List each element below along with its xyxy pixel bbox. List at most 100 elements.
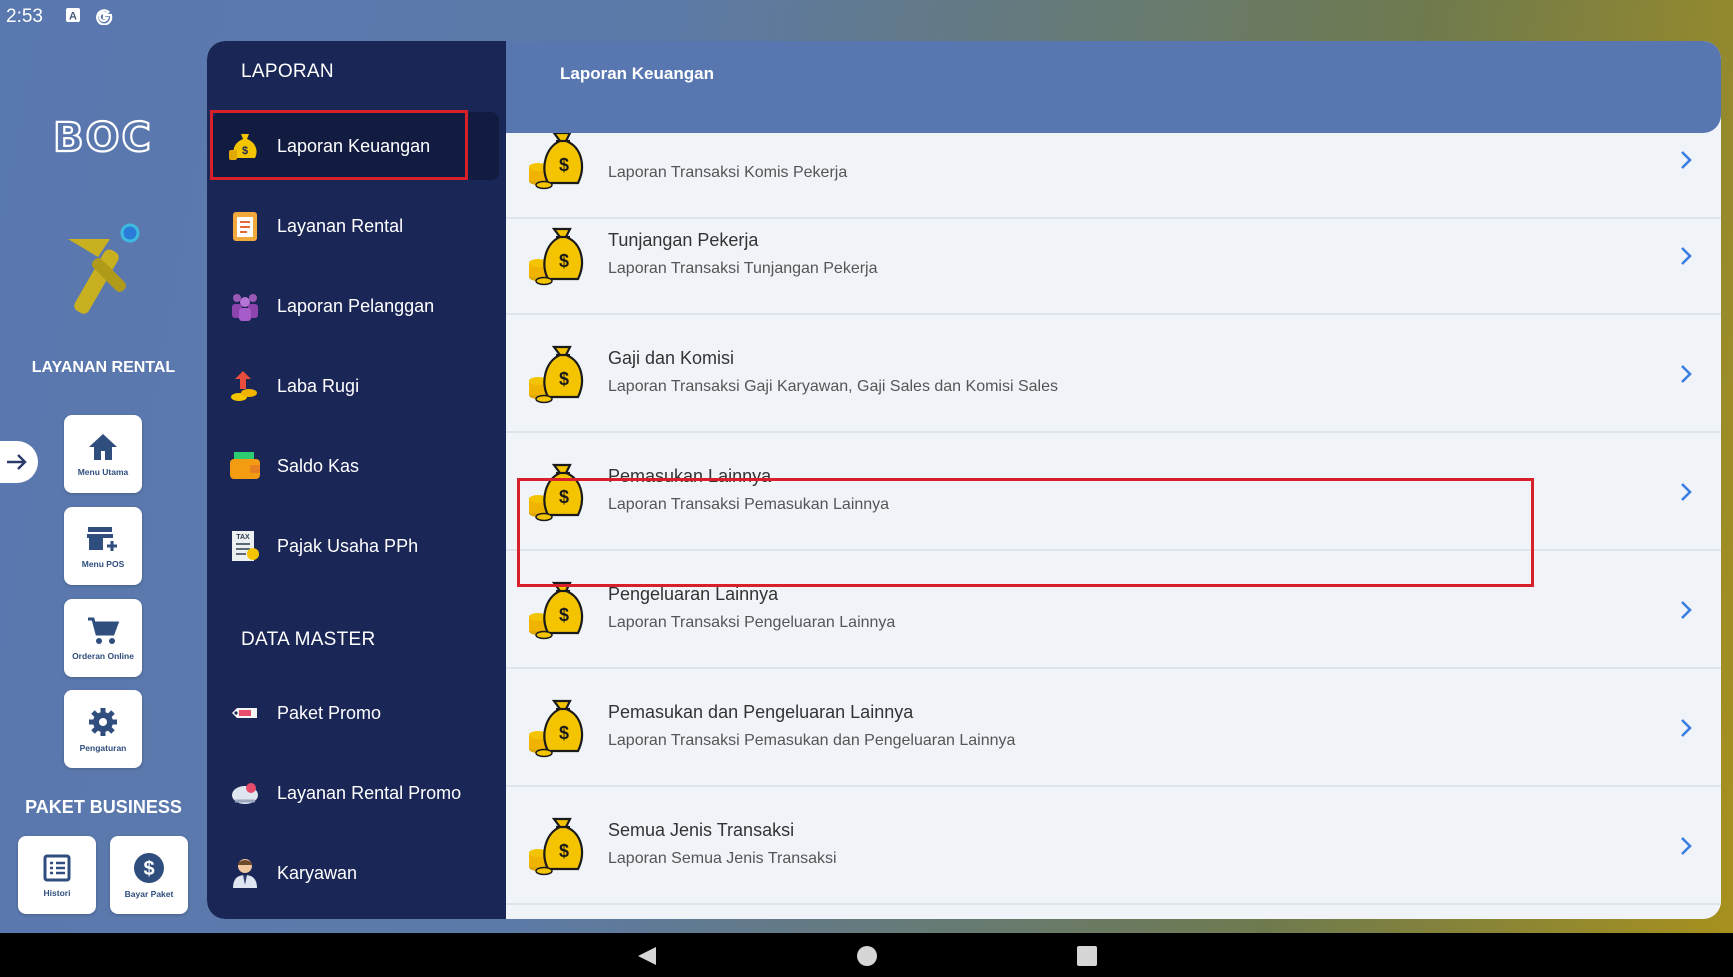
report-subtitle: Laporan Transaksi Gaji Karyawan, Gaji Sa… bbox=[608, 378, 1058, 395]
svg-text:$: $ bbox=[559, 723, 569, 743]
report-list: $ Laporan Transaksi Komis Pekerja $ Tunjang… bbox=[506, 133, 1721, 919]
menu-utama-button[interactable]: Menu Utama bbox=[64, 415, 142, 493]
highlight-box-sidebar bbox=[210, 110, 468, 180]
store-add-icon bbox=[87, 526, 117, 551]
section-laporan-title: LAPORAN bbox=[241, 61, 334, 82]
svg-text:$: $ bbox=[559, 369, 569, 389]
orderan-online-label: Orderan Online bbox=[72, 650, 134, 661]
report-title: Gaji dan Komisi bbox=[608, 348, 735, 368]
left-rail: BOC LAYANAN RENTAL Menu Utama Menu POS O… bbox=[0, 33, 207, 933]
back-icon[interactable] bbox=[636, 945, 658, 967]
google-g-icon bbox=[95, 7, 113, 26]
report-subtitle: Laporan Transaksi Pengeluaran Lainnya bbox=[608, 614, 896, 631]
report-subtitle: Laporan Semua Jenis Transaksi bbox=[608, 850, 837, 867]
package-title: PAKET BUSINESS bbox=[25, 797, 182, 817]
report-title: Pengeluaran Lainnya bbox=[608, 584, 779, 604]
chevron-right-icon[interactable] bbox=[1676, 834, 1696, 858]
chevron-right-icon[interactable] bbox=[1676, 480, 1696, 504]
report-row[interactable]: $ Semua Jenis Transaksi Laporan Semua Jeni… bbox=[506, 786, 1721, 905]
money-bag-icon: $ bbox=[526, 223, 590, 287]
report-row[interactable]: $ Gaji dan Komisi Laporan Transaksi Gaji K… bbox=[506, 314, 1721, 433]
dollar-icon: $ bbox=[134, 852, 164, 883]
report-title: Semua Jenis Transaksi bbox=[608, 820, 795, 840]
report-row[interactable]: $ Tunjangan Pekerja Laporan Transaksi Tunj… bbox=[506, 196, 1721, 315]
status-bar: 2:53 A bbox=[0, 0, 1733, 33]
svg-text:$: $ bbox=[559, 155, 569, 175]
report-title: Tunjangan Pekerja bbox=[608, 230, 759, 250]
highlight-box-report bbox=[517, 478, 1534, 587]
sidebar-item-laba-rugi[interactable]: Laba Rugi bbox=[213, 352, 499, 420]
main-card: LAPORAN $ Laporan Keuangan Layanan Renta… bbox=[207, 41, 1721, 919]
sidebar-item-saldo-kas[interactable]: Saldo Kas bbox=[213, 432, 499, 500]
brand-logo: BOC bbox=[28, 103, 178, 163]
home-circle-icon[interactable] bbox=[856, 945, 878, 967]
money-bag-icon: $ bbox=[526, 695, 590, 759]
employee-icon bbox=[225, 853, 265, 893]
histori-button[interactable]: Histori bbox=[18, 836, 96, 914]
content-header: Laporan Keuangan bbox=[506, 41, 1721, 133]
sidebar-item-label: Layanan Rental Promo bbox=[277, 782, 462, 803]
chevron-right-icon[interactable] bbox=[1676, 362, 1696, 386]
cart-icon bbox=[88, 617, 120, 644]
sidebar-item-label: Laba Rugi bbox=[277, 375, 360, 396]
arrow-right-icon bbox=[7, 454, 27, 470]
profit-icon bbox=[225, 366, 265, 406]
recents-icon[interactable] bbox=[1076, 945, 1098, 967]
svg-text:A: A bbox=[69, 11, 77, 23]
sidebar-item-paket-promo[interactable]: Paket Promo bbox=[213, 679, 499, 747]
money-bag-icon: $ bbox=[526, 133, 590, 191]
report-subtitle: Laporan Transaksi Komis Pekerja bbox=[608, 164, 848, 181]
menu-utama-label: Menu Utama bbox=[77, 466, 129, 477]
menu-pos-label: Menu POS bbox=[81, 558, 125, 569]
system-navigation-bar bbox=[0, 933, 1733, 977]
people-icon bbox=[225, 286, 265, 326]
report-title: Pemasukan dan Pengeluaran Lainnya bbox=[608, 702, 914, 722]
tax-icon: TAX bbox=[225, 526, 265, 566]
svg-text:$: $ bbox=[143, 858, 154, 880]
tag-icon bbox=[225, 693, 265, 733]
sidebar-item-karyawan[interactable]: Karyawan bbox=[213, 839, 499, 907]
sidebar-item-label: Layanan Rental bbox=[277, 215, 404, 236]
gear-icon bbox=[89, 707, 117, 736]
section-data-master-title: DATA MASTER bbox=[241, 629, 376, 650]
sidebar-item-label: Pajak Usaha PPh bbox=[277, 535, 419, 556]
report-sidebar: LAPORAN $ Laporan Keuangan Layanan Renta… bbox=[207, 41, 506, 919]
chevron-right-icon[interactable] bbox=[1676, 716, 1696, 740]
sidebar-item-layanan-rental[interactable]: Layanan Rental bbox=[213, 192, 499, 260]
list-icon bbox=[43, 854, 71, 881]
menu-pos-button[interactable]: Menu POS bbox=[64, 507, 142, 585]
svg-text:$: $ bbox=[559, 251, 569, 271]
chevron-right-icon[interactable] bbox=[1676, 148, 1696, 172]
bayar-paket-button[interactable]: $ Bayar Paket bbox=[110, 836, 188, 914]
chevron-right-icon[interactable] bbox=[1676, 598, 1696, 622]
rental-promo-icon bbox=[225, 773, 265, 813]
pengaturan-button[interactable]: Pengaturan bbox=[64, 690, 142, 768]
chevron-right-icon[interactable] bbox=[1676, 244, 1696, 268]
wallet-icon bbox=[225, 446, 265, 486]
svg-text:$: $ bbox=[559, 605, 569, 625]
report-subtitle: Laporan Transaksi Tunjangan Pekerja bbox=[608, 260, 878, 277]
report-subtitle: Laporan Transaksi Pemasukan dan Pengelua… bbox=[608, 732, 1016, 749]
orderan-online-button[interactable]: Orderan Online bbox=[64, 599, 142, 677]
histori-label: Histori bbox=[43, 887, 71, 898]
sidebar-item-laporan-pelanggan[interactable]: Laporan Pelanggan bbox=[213, 272, 499, 340]
svg-text:TAX: TAX bbox=[236, 534, 250, 541]
svg-text:$: $ bbox=[559, 841, 569, 861]
expand-arrow-button[interactable] bbox=[0, 441, 38, 483]
sidebar-item-pajak-usaha[interactable]: TAX Pajak Usaha PPh bbox=[213, 512, 499, 580]
report-row[interactable]: $ Pemasukan dan Pengeluaran Lainnya Lapora… bbox=[506, 668, 1721, 787]
clipboard-icon bbox=[225, 206, 265, 246]
text-a-icon: A bbox=[64, 7, 82, 25]
status-time: 2:53 bbox=[6, 6, 43, 27]
sidebar-item-label: Laporan Pelanggan bbox=[277, 295, 435, 316]
sidebar-item-label: Saldo Kas bbox=[277, 455, 360, 476]
sidebar-item-layanan-rental-promo[interactable]: Layanan Rental Promo bbox=[213, 759, 499, 827]
home-icon bbox=[89, 433, 117, 460]
money-bag-icon: $ bbox=[526, 813, 590, 877]
bayar-paket-label: Bayar Paket bbox=[124, 888, 174, 899]
app-icon bbox=[58, 219, 148, 339]
svg-text:BOC: BOC bbox=[53, 115, 153, 161]
sidebar-item-label: Karyawan bbox=[277, 862, 358, 883]
sidebar-item-label: Paket Promo bbox=[277, 702, 382, 723]
money-bag-icon: $ bbox=[526, 341, 590, 405]
